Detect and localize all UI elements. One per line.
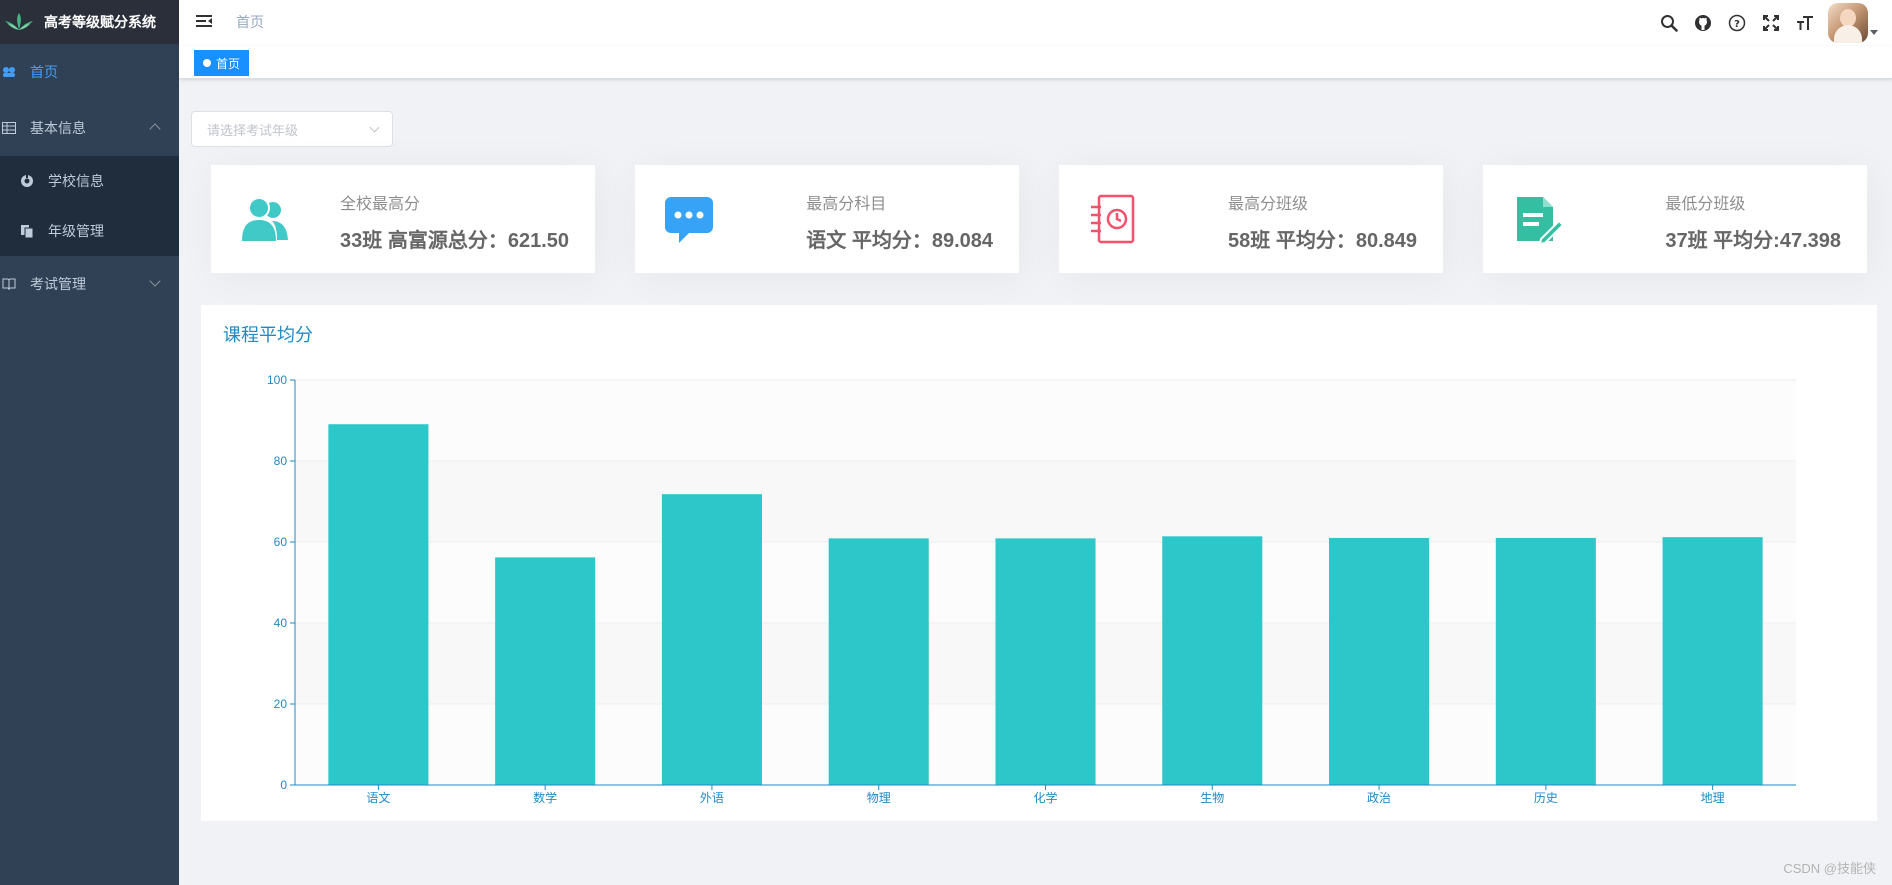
hamburger-icon[interactable] xyxy=(194,11,214,31)
x-tick-label: 数学 xyxy=(533,790,557,805)
stat-card-top-subject[interactable]: 最高分科目 语文 平均分：89.084 xyxy=(635,165,1019,273)
select-placeholder: 请选择考试年级 xyxy=(207,122,299,138)
sidebar-item-school-info[interactable]: 学校信息 xyxy=(0,156,179,206)
bar xyxy=(328,424,429,785)
sidebar: 高考等级赋分系统 首页 基本信息 学校信息 年级管理 考试管理 xyxy=(0,0,179,885)
card-value: 37班 平均分:47.398 xyxy=(1665,230,1841,252)
github-icon[interactable] xyxy=(1686,0,1720,46)
bar xyxy=(661,494,762,785)
x-tick-label: 语文 xyxy=(366,790,390,805)
card-value: 33班 高富源总分：621.50 xyxy=(340,230,569,252)
sidebar-item-home[interactable]: 首页 xyxy=(0,44,179,100)
font-size-icon[interactable] xyxy=(1788,0,1822,46)
y-tick-label: 0 xyxy=(280,778,287,792)
y-tick-label: 40 xyxy=(274,616,288,630)
card-label: 最高分科目 xyxy=(806,196,887,213)
clock-note-icon xyxy=(1085,191,1141,247)
card-text: 最高分班级 58班 平均分：80.849 xyxy=(1228,190,1417,253)
bar xyxy=(1162,536,1263,785)
settings-icon xyxy=(20,174,34,188)
caret-down-icon xyxy=(1870,29,1878,35)
grid-band xyxy=(295,461,1796,542)
x-tick-label: 外语 xyxy=(700,791,724,805)
bar xyxy=(495,557,596,785)
bar-chart: 0 20 40 60 80 100 语文 数学 外语 物理 化学 生物 政治 历史 地理 xyxy=(267,373,1796,805)
card-value: 语文 平均分：89.084 xyxy=(806,230,993,252)
sidebar-item-label: 考试管理 xyxy=(30,276,86,292)
x-tick-label: 历史 xyxy=(1534,791,1558,805)
y-tick-label: 80 xyxy=(274,454,288,468)
y-tick-label: 60 xyxy=(274,535,288,549)
course-average-chart-panel: 课程平均分 0 20 40 60 80 100 语文 数学 外语 物理 化学 生物 政治 历史 地理 xyxy=(201,305,1877,821)
x-tick-label: 生物 xyxy=(1200,791,1224,805)
bar xyxy=(1495,537,1596,785)
sidebar-item-label: 年级管理 xyxy=(48,223,104,239)
question-icon[interactable]: ? xyxy=(1720,0,1754,46)
card-label: 最低分班级 xyxy=(1665,196,1746,213)
x-tick-label: 地理 xyxy=(1701,791,1725,805)
stat-card-top-student[interactable]: 全校最高分 33班 高富源总分：621.50 xyxy=(211,165,595,273)
navbar: 首页 ? xyxy=(179,0,1892,46)
card-label: 最高分班级 xyxy=(1228,196,1309,213)
message-icon xyxy=(661,191,717,247)
dashboard-icon xyxy=(2,65,16,79)
bar xyxy=(828,538,929,785)
x-tick-label: 政治 xyxy=(1367,791,1391,805)
tag-home[interactable]: 首页 xyxy=(194,50,250,76)
avatar[interactable] xyxy=(1828,3,1868,43)
card-text: 最高分科目 语文 平均分：89.084 xyxy=(806,190,993,253)
sidebar-item-basic-info[interactable]: 基本信息 xyxy=(0,100,179,156)
submenu-basic-info: 学校信息 年级管理 xyxy=(0,156,179,256)
svg-text:?: ? xyxy=(1734,19,1740,30)
user-avatar-dropdown[interactable] xyxy=(1828,3,1878,43)
card-text: 全校最高分 33班 高富源总分：621.50 xyxy=(340,190,569,253)
logo-icon xyxy=(5,13,33,30)
sidebar-item-grade-management[interactable]: 年级管理 xyxy=(0,206,179,256)
grid-band xyxy=(295,380,1796,461)
copy-icon xyxy=(20,224,34,238)
tags-view: 首页 xyxy=(179,46,1892,79)
card-label: 全校最高分 xyxy=(340,196,421,213)
chevron-down-icon xyxy=(149,275,161,287)
stat-card-bottom-class[interactable]: 最低分班级 37班 平均分:47.398 xyxy=(1483,165,1867,273)
sidebar-item-label: 学校信息 xyxy=(48,173,104,189)
sidebar-item-exam-management[interactable]: 考试管理 xyxy=(0,256,179,312)
peoples-icon xyxy=(237,191,293,247)
tag-label: 首页 xyxy=(216,56,241,71)
card-text: 最低分班级 37班 平均分:47.398 xyxy=(1665,190,1841,253)
watermark: CSDN @技能侠 xyxy=(1783,861,1876,876)
stat-card-top-class[interactable]: 最高分班级 58班 平均分：80.849 xyxy=(1059,165,1443,273)
chevron-up-icon xyxy=(149,123,161,135)
bar xyxy=(1662,537,1763,785)
y-tick-label: 100 xyxy=(267,373,287,387)
breadcrumb[interactable]: 首页 xyxy=(236,12,264,32)
app-title: 高考等级赋分系统 xyxy=(44,14,156,30)
x-tick-label: 物理 xyxy=(867,791,891,805)
bar xyxy=(995,538,1096,785)
right-menu: ? xyxy=(1652,0,1892,46)
bar xyxy=(1329,537,1430,785)
book-icon xyxy=(2,277,16,291)
exam-grade-select[interactable]: 请选择考试年级 xyxy=(191,111,393,147)
sidebar-item-label: 首页 xyxy=(30,64,58,80)
card-value: 58班 平均分：80.849 xyxy=(1228,230,1417,252)
sidebar-item-label: 基本信息 xyxy=(30,120,86,136)
active-dot-icon xyxy=(203,59,211,67)
edit-doc-icon xyxy=(1509,191,1565,247)
y-tick-label: 20 xyxy=(274,697,288,711)
search-icon[interactable] xyxy=(1652,0,1686,46)
chevron-down-icon xyxy=(369,122,380,133)
x-tick-label: 化学 xyxy=(1033,790,1057,805)
app-logo[interactable]: 高考等级赋分系统 xyxy=(0,0,179,44)
fullscreen-icon[interactable] xyxy=(1754,0,1788,46)
table-icon xyxy=(2,121,16,135)
